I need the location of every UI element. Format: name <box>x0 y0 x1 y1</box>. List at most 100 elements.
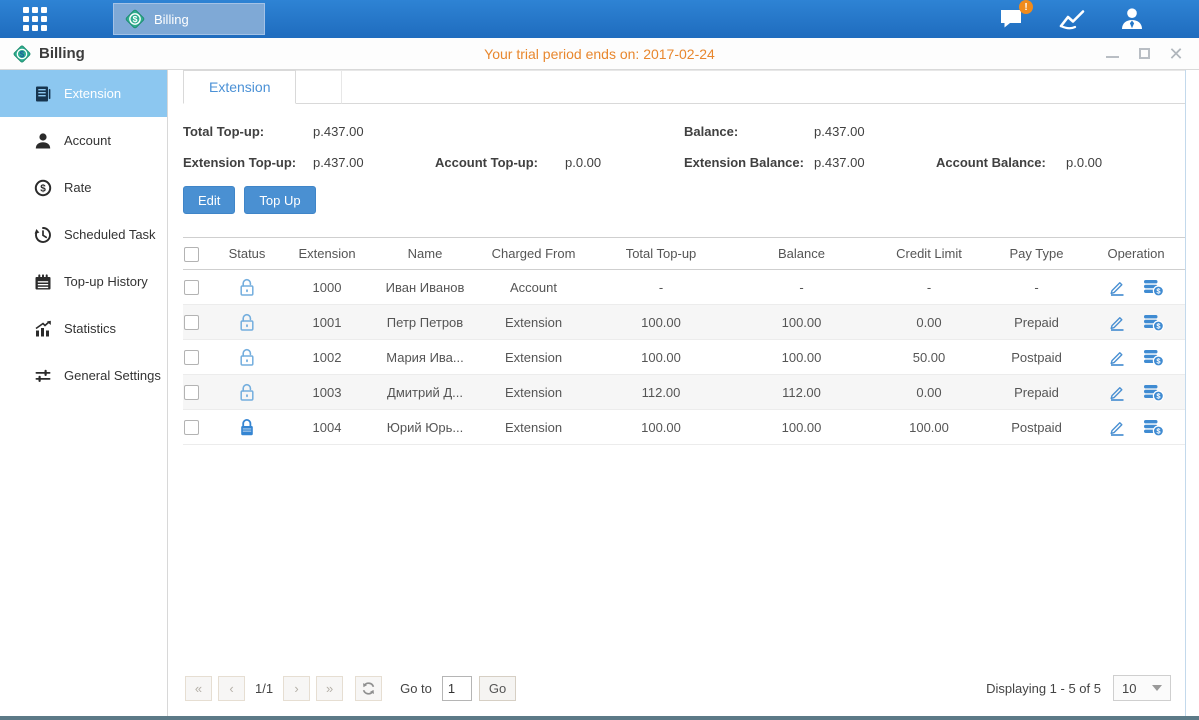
edit-record-icon[interactable] <box>1108 313 1126 331</box>
col-status: Status <box>214 238 280 270</box>
sidebar-item-label: Statistics <box>64 321 116 336</box>
svg-text:$: $ <box>20 49 25 58</box>
lock-closed-icon <box>239 418 255 437</box>
window-bottom-edge <box>0 716 1199 720</box>
sidebar-item-account[interactable]: Account <box>0 117 167 164</box>
billing-diamond-icon: $ <box>124 8 146 30</box>
col-charged-from: Charged From <box>476 238 591 270</box>
prev-page-button[interactable]: ‹ <box>218 676 245 701</box>
name-cell: Иван Иванов <box>374 270 476 305</box>
total-topup-cell: 100.00 <box>591 305 731 340</box>
total-topup-cell: - <box>591 270 731 305</box>
balance-label: Balance: <box>684 124 814 139</box>
taskbar-billing-tab[interactable]: $ Billing <box>113 3 265 35</box>
summary-left: Total Top-up: p.437.00 Extension Top-up:… <box>183 116 684 178</box>
select-all-checkbox[interactable] <box>184 247 199 262</box>
scheduled-task-clock-icon <box>33 225 52 244</box>
sidebar-item-scheduled-task[interactable]: Scheduled Task <box>0 211 167 258</box>
row-checkbox[interactable] <box>184 350 199 365</box>
user-icon[interactable] <box>1113 4 1151 34</box>
statistics-chart-icon[interactable] <box>1053 4 1091 34</box>
close-button[interactable]: ✕ <box>1169 47 1183 61</box>
edit-record-icon[interactable] <box>1108 348 1126 366</box>
sidebar-item-extension[interactable]: Extension <box>0 70 167 117</box>
col-total-topup: Total Top-up <box>591 238 731 270</box>
billing-app: $ Billing ! <box>0 0 1199 720</box>
extension-ledger-icon <box>33 84 52 103</box>
edit-record-icon[interactable] <box>1108 418 1126 436</box>
extension-cell: 1001 <box>280 305 374 340</box>
edit-record-icon[interactable] <box>1108 383 1126 401</box>
table-header-row: Status Extension Name Charged From Total… <box>183 238 1185 270</box>
credit-limit-cell: 0.00 <box>872 375 986 410</box>
row-checkbox[interactable] <box>184 315 199 330</box>
name-cell: Мария Ива... <box>374 340 476 375</box>
summary-right: Balance: p.437.00 Extension Balance: p.4… <box>684 116 1185 178</box>
status-cell <box>214 270 280 305</box>
top-up-record-icon[interactable]: $ <box>1143 383 1164 402</box>
col-pay-type: Pay Type <box>986 238 1087 270</box>
pay-type-cell: Prepaid <box>986 305 1087 340</box>
apps-grid-icon[interactable] <box>0 0 70 38</box>
extension-cell: 1000 <box>280 270 374 305</box>
pay-type-cell: Postpaid <box>986 340 1087 375</box>
tab-strip: Extension <box>183 70 1185 104</box>
name-cell: Петр Петров <box>374 305 476 340</box>
balance-value: p.437.00 <box>814 124 936 139</box>
charged-from-cell: Account <box>476 270 591 305</box>
next-page-button[interactable]: › <box>283 676 310 701</box>
top-up-record-icon[interactable]: $ <box>1143 348 1164 367</box>
account-topup-label: Account Top-up: <box>435 155 565 170</box>
displaying-text: Displaying 1 - 5 of 5 <box>986 681 1101 696</box>
sidebar-item-statistics[interactable]: Statistics <box>0 305 167 352</box>
window-titlebar: Your trial period ends on: 2017-02-24 $ … <box>0 38 1199 70</box>
tab-extension-label: Extension <box>209 79 270 95</box>
messages-icon[interactable]: ! <box>993 4 1031 34</box>
edit-record-icon[interactable] <box>1108 278 1126 296</box>
total-topup-cell: 100.00 <box>591 340 731 375</box>
sidebar-item-label: Scheduled Task <box>64 227 156 242</box>
top-up-button[interactable]: Top Up <box>244 186 315 214</box>
goto-page-input[interactable] <box>442 676 472 701</box>
rate-dollar-icon: $ <box>33 178 52 197</box>
charged-from-cell: Extension <box>476 340 591 375</box>
row-checkbox[interactable] <box>184 385 199 400</box>
table-row: 1004 Юрий Юрь... Extension 100.00 100.00… <box>183 410 1185 445</box>
status-cell <box>214 375 280 410</box>
total-topup-label: Total Top-up: <box>183 124 313 139</box>
col-operation: Operation <box>1087 238 1185 270</box>
top-up-record-icon[interactable]: $ <box>1143 418 1164 437</box>
extension-cell: 1004 <box>280 410 374 445</box>
page-size-select[interactable]: 10 <box>1113 675 1171 701</box>
col-name: Name <box>374 238 476 270</box>
maximize-button[interactable] <box>1137 47 1151 61</box>
sidebar-item-label: Top-up History <box>64 274 148 289</box>
go-button[interactable]: Go <box>479 676 516 701</box>
credit-limit-cell: 50.00 <box>872 340 986 375</box>
goto-label: Go to <box>400 681 432 696</box>
row-checkbox[interactable] <box>184 420 199 435</box>
window-controls: ✕ <box>1105 47 1199 61</box>
top-up-record-icon[interactable]: $ <box>1143 313 1164 332</box>
taskbar-right-icons: ! <box>993 4 1199 34</box>
minimize-button[interactable] <box>1105 47 1119 61</box>
first-page-button[interactable]: « <box>185 676 212 701</box>
balance-cell: 112.00 <box>731 375 872 410</box>
status-cell <box>214 340 280 375</box>
sidebar-item-topup-history[interactable]: Top-up History <box>0 258 167 305</box>
top-up-record-icon[interactable]: $ <box>1143 278 1164 297</box>
sidebar-item-label: Rate <box>64 180 91 195</box>
row-checkbox[interactable] <box>184 280 199 295</box>
chevron-down-icon <box>1152 685 1162 691</box>
extension-table: Status Extension Name Charged From Total… <box>183 237 1185 445</box>
extension-topup-label: Extension Top-up: <box>183 155 313 170</box>
sidebar-item-rate[interactable]: $ Rate <box>0 164 167 211</box>
edit-button[interactable]: Edit <box>183 186 235 214</box>
last-page-button[interactable]: » <box>316 676 343 701</box>
credit-limit-cell: 100.00 <box>872 410 986 445</box>
sidebar-item-general-settings[interactable]: General Settings <box>0 352 167 399</box>
pay-type-cell: Postpaid <box>986 410 1087 445</box>
tab-extension[interactable]: Extension <box>183 70 296 104</box>
tab-filler <box>342 70 1185 104</box>
refresh-button[interactable] <box>355 676 382 701</box>
